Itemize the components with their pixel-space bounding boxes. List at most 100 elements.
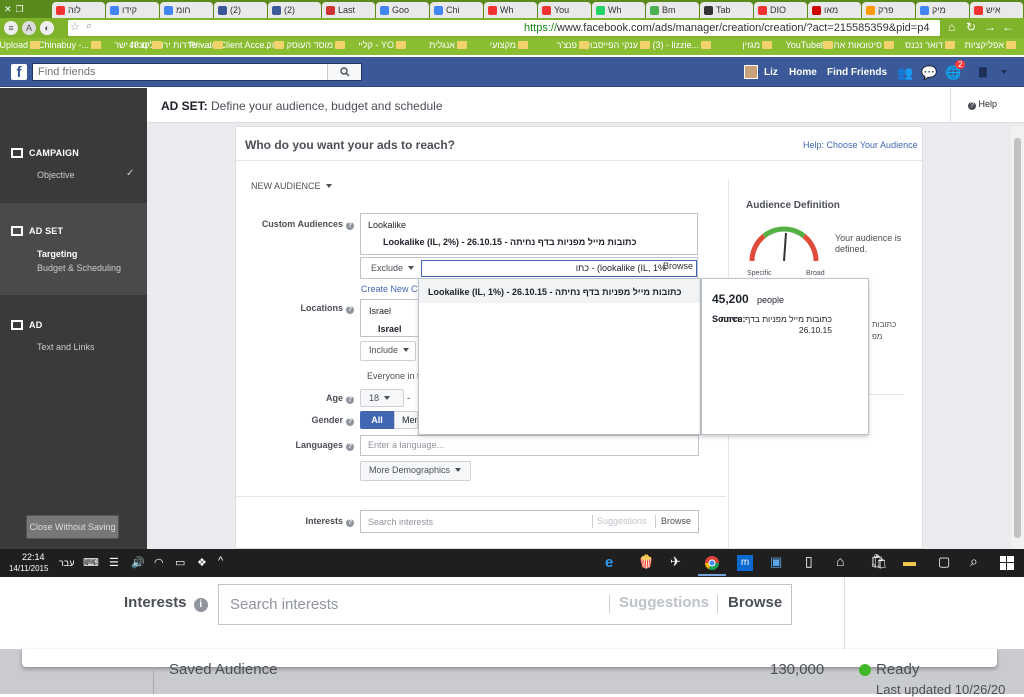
sidebar-item-campaign[interactable]: CAMPAIGN (29, 148, 79, 158)
messages-icon[interactable]: 💬 (921, 65, 937, 81)
sidebar-item-adset[interactable]: AD SET (29, 226, 63, 236)
fb-search-input[interactable] (33, 64, 333, 80)
browser-tab[interactable]: Chi (430, 2, 483, 18)
keyboard-icon[interactable]: ⌨ (83, 556, 99, 569)
bookmark-item[interactable]: פנצ'ר (557, 40, 589, 50)
browser-tab[interactable]: You (538, 2, 591, 18)
extension-icon[interactable]: ◐ (40, 21, 54, 35)
browser-tab[interactable]: (2) (214, 2, 267, 18)
help-link[interactable]: ? Help (965, 99, 997, 110)
age-from-dropdown[interactable]: 18 (360, 389, 404, 407)
create-new-link[interactable]: Create New Cu (361, 284, 423, 294)
selected-lookalike-token[interactable]: Lookalike (IL, 2%) - 26.10.15 - כתובות מ… (383, 237, 637, 247)
bookmark-item[interactable]: קונית ישר (114, 40, 162, 50)
interests-input[interactable]: Search interests (368, 517, 433, 527)
input-language[interactable]: עבר (59, 558, 74, 568)
bookmark-item[interactable]: YouTube (786, 40, 833, 50)
browser-tab[interactable]: Wh (484, 2, 537, 18)
page-scrollbar[interactable] (1011, 126, 1024, 549)
app-icon[interactable]: ✈ (670, 554, 681, 570)
document-icon[interactable]: ▯ (805, 553, 813, 570)
remote-desktop-icon[interactable]: ▣ (770, 554, 782, 570)
browser-tab[interactable]: לוה (52, 2, 105, 18)
dropbox-icon[interactable]: ❖ (197, 556, 207, 569)
sidebar-item-text-links[interactable]: Text and Links (37, 342, 95, 352)
home-icon[interactable]: ⌂ (836, 553, 844, 569)
help-choose-audience-link[interactable]: Help: Choose Your Audience (803, 140, 918, 150)
suggestions-button[interactable]: Suggestions (597, 516, 647, 526)
wifi-icon[interactable]: ◠ (154, 556, 164, 569)
chrome-icon[interactable] (704, 555, 720, 571)
browse-button[interactable]: Browse (661, 516, 691, 526)
browser-tab[interactable]: Tab (700, 2, 753, 18)
new-audience-dropdown[interactable]: NEW AUDIENCE (251, 181, 332, 191)
browser-tab[interactable]: Bm (646, 2, 699, 18)
menu-icon[interactable]: ≡ (4, 21, 18, 35)
languages-input[interactable]: Enter a language... (360, 435, 699, 456)
windows-start-icon[interactable] (1000, 556, 1014, 570)
facebook-logo-icon[interactable]: f (11, 64, 27, 81)
show-hidden-icons-icon[interactable]: ^ (218, 555, 223, 567)
bookmark-item[interactable]: דואר נכנס (905, 40, 955, 50)
browser-tab[interactable]: Wh (592, 2, 645, 18)
list-item[interactable]: Lookalike (IL, 1%) - 26.10.15 - כתובות מ… (419, 279, 700, 303)
exclude-input[interactable]: כתו - (lookalike (IL, 1% (421, 260, 697, 277)
window-minimize-icon[interactable]: ✕ (4, 4, 12, 15)
browser-tab[interactable]: (2) (268, 2, 321, 18)
browser-tab[interactable]: מיק (916, 2, 969, 18)
browser-tab[interactable]: איש (970, 2, 1023, 18)
back-icon[interactable]: ← (1002, 20, 1014, 34)
search-button[interactable] (327, 64, 361, 80)
gender-men-button[interactable]: Men (394, 411, 418, 429)
browser-tab[interactable]: Goo (376, 2, 429, 18)
star-icon[interactable]: ☆ (70, 20, 80, 33)
popcorn-icon[interactable]: 🍿 (638, 554, 654, 570)
scrollbar-thumb[interactable] (1014, 138, 1021, 538)
browser-tab[interactable]: Last (322, 2, 375, 18)
file-explorer-icon[interactable]: ▬ (903, 554, 916, 569)
task-view-icon[interactable]: ▢ (938, 554, 950, 570)
reload-icon[interactable]: ↻ (966, 20, 976, 34)
sidebar-item-targeting[interactable]: Targeting (37, 249, 77, 259)
exclude-dropdown[interactable]: Exclude (363, 260, 418, 278)
bookmark-item[interactable]: מקצועי (490, 40, 528, 50)
interests-input-zoom[interactable]: Search interests (230, 596, 338, 613)
notifications-center-icon[interactable]: ☰ (109, 556, 119, 569)
privacy-icon[interactable]: ▇ (979, 67, 987, 78)
volume-icon[interactable]: 🔊 (131, 556, 145, 569)
more-demographics-button[interactable]: More Demographics (360, 461, 471, 481)
bookmark-item[interactable]: אנגלית (429, 40, 467, 50)
gender-all-button[interactable]: All (360, 411, 394, 429)
profile-link[interactable]: Liz (764, 67, 778, 78)
store-icon[interactable]: 🛍 (870, 553, 888, 570)
browse-link[interactable]: Browse (663, 261, 693, 271)
location-token[interactable]: Israel (378, 324, 402, 334)
avatar[interactable] (744, 65, 758, 79)
browser-tab[interactable]: חומ (160, 2, 213, 18)
abp-icon[interactable]: A (22, 21, 36, 35)
browser-tab[interactable]: DIO (754, 2, 807, 18)
clock-time[interactable]: 22:14 (22, 552, 45, 562)
bookmark-item[interactable]: אפליקציות (965, 40, 1016, 50)
bookmark-item[interactable]: ענקי הפייסבוק (585, 40, 650, 50)
forward-icon[interactable]: → (984, 20, 996, 34)
sidebar-item-ad[interactable]: AD (29, 320, 42, 330)
window-restore-icon[interactable]: ❐ (16, 4, 24, 15)
bookmark-item[interactable]: Upload (0, 40, 40, 50)
sidebar-item-objective[interactable]: Objective (37, 170, 75, 180)
browser-tab[interactable]: קידו (106, 2, 159, 18)
bookmark-item[interactable]: קליי - YO (358, 40, 406, 50)
settings-caret-icon[interactable] (996, 66, 1007, 78)
friend-requests-icon[interactable]: 👥 (897, 65, 913, 81)
include-dropdown[interactable]: Include (360, 341, 416, 361)
home-link[interactable]: Home (789, 67, 817, 78)
browse-button-zoom[interactable]: Browse (728, 594, 782, 611)
sidebar-item-budget[interactable]: Budget & Scheduling (37, 263, 121, 273)
bookmark-item[interactable]: Chinabuy -... (38, 40, 101, 50)
battery-icon[interactable]: ▭ (175, 556, 185, 569)
clock-date[interactable]: 14/11/2015 (9, 564, 48, 573)
bookmark-item[interactable]: מגזין (742, 40, 772, 50)
app-icon[interactable]: m (737, 555, 753, 571)
browser-tab[interactable]: פרק (862, 2, 915, 18)
bookmark-item[interactable]: (3) - lizzie... (652, 40, 711, 50)
